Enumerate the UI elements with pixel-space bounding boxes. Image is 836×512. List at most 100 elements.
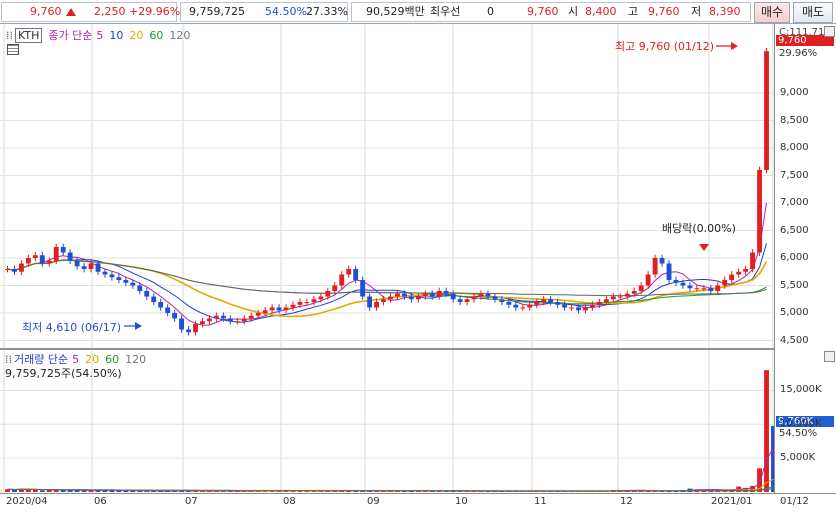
candle-body	[736, 271, 742, 275]
date-tick-label: 07	[185, 496, 198, 507]
high-arrow-head-icon	[731, 42, 738, 50]
candle-body	[464, 299, 470, 302]
candle-body	[624, 293, 630, 297]
candle-body	[283, 307, 289, 311]
candle-body	[722, 280, 728, 286]
candle-body	[617, 296, 623, 298]
candle-body	[562, 304, 568, 308]
price-tick-label: 7,500	[780, 169, 809, 181]
candle-body	[81, 266, 87, 269]
priority-price: 9,760	[527, 5, 559, 18]
buy-button[interactable]: 매수	[754, 2, 790, 23]
candle-body	[53, 247, 59, 261]
candle-body	[513, 304, 519, 308]
price-tick-label: 6,000	[780, 252, 809, 263]
price-legend: ⁞⁞ KTH 종가 단순 5 10 20 60 120	[6, 27, 196, 43]
candle-body	[422, 293, 428, 297]
candle-body	[39, 255, 45, 264]
candle-body	[234, 321, 240, 323]
candle-body	[701, 288, 707, 290]
date-axis[interactable]: 2020/04 06 07 08 09 10 11 12 2021/01 01/12	[0, 493, 836, 512]
candle-body	[165, 307, 171, 313]
candle-body	[25, 258, 31, 264]
candle-body	[638, 285, 644, 291]
candle-body	[60, 247, 66, 253]
candle-body	[408, 296, 414, 300]
candle-body	[499, 299, 505, 302]
candle-body	[102, 271, 108, 275]
price-tick-label: 9,000	[780, 87, 809, 98]
candle-body	[339, 274, 345, 286]
volume-tick-label: 15,000K	[780, 384, 822, 396]
candle-body	[262, 310, 268, 313]
candle-body	[485, 293, 491, 297]
candle-body	[290, 304, 296, 308]
candle-body	[576, 307, 581, 311]
candle-body	[764, 51, 769, 171]
candle-body	[729, 274, 735, 280]
candle-body	[548, 299, 554, 302]
vma120-label: 120	[125, 353, 147, 366]
date-tick-label: 11	[534, 496, 547, 507]
candle-body	[5, 269, 10, 270]
grip-icon[interactable]: ⁞⁞	[6, 29, 13, 42]
ma120-label: 120	[169, 29, 191, 42]
date-tick-label: 09	[367, 496, 380, 507]
high-label: 고	[628, 5, 639, 18]
candle-body	[304, 302, 310, 303]
table-icon[interactable]	[7, 44, 19, 55]
high-annotation: 최고 9,760 (01/12)	[615, 40, 715, 53]
expand-panel-icon[interactable]	[824, 26, 835, 37]
high-price: 9,760	[648, 5, 680, 18]
volume-ma-line-5	[7, 447, 774, 492]
candle-body	[610, 296, 616, 300]
candle-body	[506, 302, 512, 305]
current-price: 9,760	[30, 5, 62, 18]
ma60-label: 60	[149, 29, 164, 42]
price-change: 2,250	[94, 5, 126, 18]
candle-body	[541, 299, 547, 302]
candle-body	[297, 302, 303, 305]
candle-body	[353, 269, 359, 280]
candle-body	[144, 291, 150, 297]
date-tick-label: 12	[620, 496, 633, 507]
candle-body	[311, 299, 317, 302]
candle-body	[193, 324, 198, 333]
candle-body	[666, 263, 672, 280]
candle-body	[520, 307, 526, 309]
candle-body	[673, 280, 679, 283]
candle-body	[325, 291, 331, 297]
volume-chart-panel[interactable]: ⁞⁞ 거래량 단순 5 20 60 120 9,759,725주(54.50%)	[0, 350, 774, 493]
volume-ma-line-20	[7, 478, 774, 492]
candle-body	[172, 313, 178, 319]
candle-body	[569, 307, 574, 309]
candle-body	[429, 293, 435, 297]
current-pct-label: 29.96%	[779, 48, 818, 59]
price-axis[interactable]: C:111.71 9,760 29.96% 9,000 8,500 8,000 7,5…	[774, 24, 836, 493]
price-chart-panel[interactable]: ⁞⁞ KTH 종가 단순 5 10 20 60 120 최고 9,760 (01/12) 최저…	[0, 24, 774, 348]
trade-value: 90,529백만	[366, 5, 425, 18]
price-tick-label: 5,500	[780, 279, 809, 291]
up-arrow-icon	[64, 0, 76, 24]
candle-body	[443, 291, 449, 294]
turnover-rate: 27.33%	[306, 5, 348, 18]
candle-body	[589, 304, 595, 308]
candle-body	[18, 263, 24, 272]
candle-body	[179, 318, 185, 330]
candle-body	[492, 296, 498, 300]
candle-body	[395, 293, 400, 297]
candle-body	[694, 288, 700, 290]
candle-body	[659, 258, 665, 264]
candle-body	[95, 263, 101, 272]
candle-body	[186, 329, 191, 333]
sell-button[interactable]: 매도	[793, 2, 833, 23]
low-annotation: 최저 4,610 (06/17)	[22, 321, 122, 334]
price-tick-label: 6,500	[780, 224, 809, 236]
candle-body	[603, 299, 609, 302]
candle-body	[374, 302, 379, 308]
price-tick-label: 7,000	[780, 197, 809, 208]
dividend-arrow-icon	[699, 244, 709, 251]
candle-body	[12, 269, 17, 272]
candle-body	[388, 296, 393, 300]
collapse-panel-icon[interactable]	[824, 351, 835, 362]
